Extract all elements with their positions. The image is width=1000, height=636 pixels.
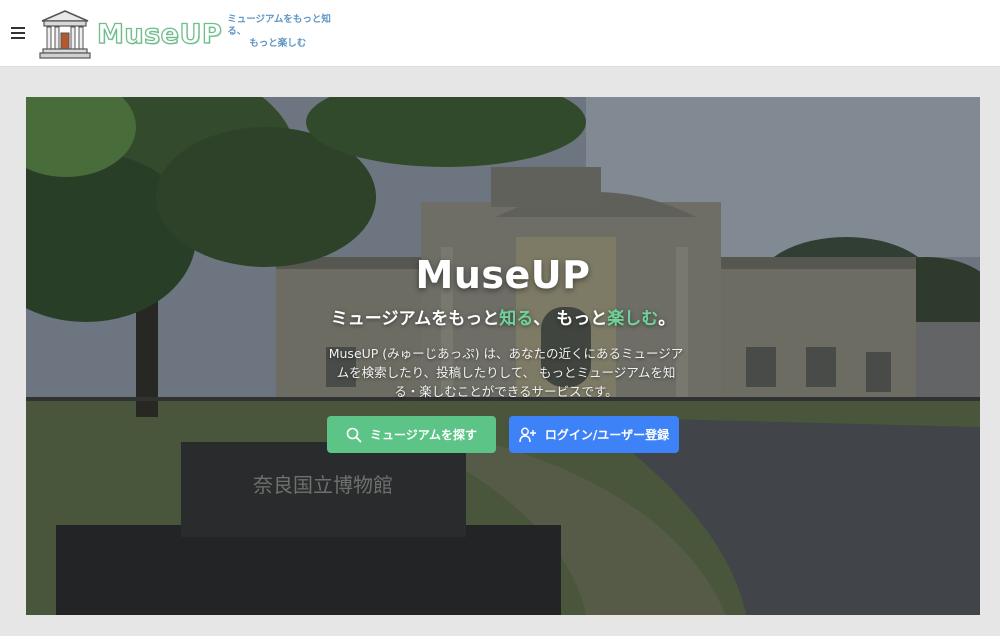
hero-description: MuseUP (みゅーじあっぷ) は、あなたの近くにあるミュージアムを検索したり… (328, 346, 684, 399)
site-logo[interactable]: MuseUP ミュージアムをもっと知る、 もっと楽しむ (38, 9, 337, 59)
tagline-line-2: もっと楽しむ (249, 38, 307, 49)
search-button-label: ミュージアムを探す (370, 428, 477, 442)
hero-subtitle: ミュージアムをもっと知る、 もっと楽しむ。 (26, 304, 980, 329)
tagline-line-1: ミュージアムをもっと知る、 (227, 14, 331, 37)
museum-building-icon (39, 10, 91, 59)
login-button-label: ログイン/ユーザー登録 (544, 428, 670, 442)
subtitle-accent-know: 知る (499, 309, 534, 329)
subtitle-text-2: 、 もっと (533, 309, 608, 329)
top-navbar: MuseUP ミュージアムをもっと知る、 もっと楽しむ (0, 0, 1000, 67)
subtitle-text-3: 。 (658, 309, 676, 329)
subtitle-text-1: ミュージアムをもっと (330, 309, 500, 329)
logo-wordmark: MuseUP (96, 18, 223, 50)
hero-title: MuseUP (415, 253, 591, 297)
search-museum-button[interactable]: ミュージアムを探す (327, 416, 496, 453)
login-register-button[interactable]: ログイン/ユーザー登録 (509, 416, 679, 453)
logo-tagline: ミュージアムをもっと知る、 もっと楽しむ (227, 14, 337, 50)
hero-section: 奈良国立博物館 MuseUP ミュージアムをもっと知る、 もっと楽しむ。 Mus… (26, 97, 980, 615)
hamburger-menu-icon[interactable] (11, 26, 27, 40)
search-icon (346, 427, 362, 442)
user-plus-icon (519, 427, 536, 442)
subtitle-accent-enjoy: 楽しむ (607, 309, 659, 329)
